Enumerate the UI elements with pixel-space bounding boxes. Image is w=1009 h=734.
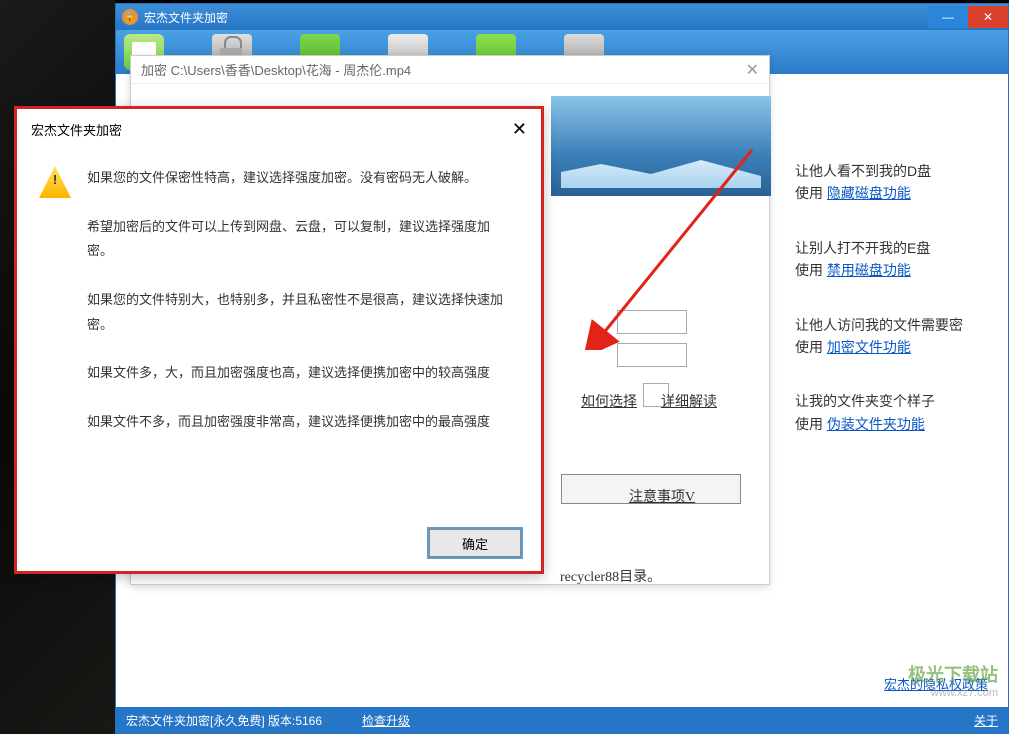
tip-item: 让他人访问我的文件需要密 使用 加密文件功能 <box>795 314 990 359</box>
tip-use-label: 使用 <box>795 185 827 201</box>
tip-link-encrypt-file[interactable]: 加密文件功能 <box>827 339 911 355</box>
tip-link-hide-disk[interactable]: 隐藏磁盘功能 <box>827 185 911 201</box>
app-icon: 🔒 <box>122 9 138 25</box>
info-modal: 宏杰文件夹加密 ✕ 如果您的文件保密性特高，建议选择强度加密。没有密码无人破解。… <box>14 106 544 574</box>
side-tips: 让他人看不到我的D盘 使用 隐藏磁盘功能 让别人打不开我的E盘 使用 禁用磁盘功… <box>795 160 990 467</box>
ok-button[interactable]: 确定 <box>429 529 521 557</box>
tip-use-label: 使用 <box>795 262 827 278</box>
tip-title: 让我的文件夹变个样子 <box>795 390 990 412</box>
how-to-choose-link[interactable]: 如何选择 <box>581 391 637 411</box>
info-p1: 如果您的文件保密性特高，建议选择强度加密。没有密码无人破解。 <box>87 166 515 191</box>
confirm-password-field[interactable] <box>617 343 687 367</box>
tip-link-disguise-folder[interactable]: 伪装文件夹功能 <box>827 416 925 432</box>
main-titlebar: 🔒 宏杰文件夹加密 — ✕ <box>116 4 1008 30</box>
app-title: 宏杰文件夹加密 <box>144 9 228 26</box>
info-p2: 希望加密后的文件可以上传到网盘、云盘，可以复制，建议选择强度加密。 <box>87 215 515 264</box>
info-p4: 如果文件多，大，而且加密强度也高，建议选择便携加密中的较高强度 <box>87 361 515 386</box>
detail-link[interactable]: 详细解读 <box>661 391 717 411</box>
about-link[interactable]: 关于 <box>974 712 998 729</box>
tip-title: 让他人看不到我的D盘 <box>795 160 990 182</box>
tip-use-label: 使用 <box>795 339 827 355</box>
info-p5: 如果文件不多，而且加密强度非常高，建议选择便携加密中的最高强度 <box>87 410 515 435</box>
tip-link-disable-disk[interactable]: 禁用磁盘功能 <box>827 262 911 278</box>
tip-title: 让他人访问我的文件需要密 <box>795 314 990 336</box>
watermark-logo-text: 极光下载站 <box>838 661 998 687</box>
check-update-link[interactable]: 检查升级 <box>362 712 410 729</box>
tip-use-label: 使用 <box>795 416 827 432</box>
recycler-text: recycler88目录。 <box>560 566 661 586</box>
status-bar: 宏杰文件夹加密[永久免费] 版本:5166 检查升级 关于 <box>116 707 1008 733</box>
encrypt-close-button[interactable]: ✕ <box>746 60 759 80</box>
info-modal-close-button[interactable]: ✕ <box>512 119 527 140</box>
banner-image <box>551 96 771 196</box>
password-field[interactable] <box>617 310 687 334</box>
tip-title: 让别人打不开我的E盘 <box>795 237 990 259</box>
encrypt-title-text: 加密 C:\Users\香香\Desktop\花海 - 周杰伦.mp4 <box>141 60 411 79</box>
window-controls: — ✕ <box>928 6 1008 28</box>
encrypt-dialog-title: 加密 C:\Users\香香\Desktop\花海 - 周杰伦.mp4 ✕ <box>131 56 769 84</box>
encrypt-links: 如何选择 详细解读 <box>581 391 717 411</box>
status-text: 宏杰文件夹加密[永久免费] 版本:5166 <box>126 712 322 729</box>
warning-icon <box>39 166 71 198</box>
tip-item: 让他人看不到我的D盘 使用 隐藏磁盘功能 <box>795 160 990 205</box>
tip-item: 让我的文件夹变个样子 使用 伪装文件夹功能 <box>795 390 990 435</box>
close-button[interactable]: ✕ <box>968 6 1008 28</box>
info-modal-titlebar: 宏杰文件夹加密 ✕ <box>31 119 527 140</box>
minimize-button[interactable]: — <box>928 6 968 28</box>
notice-link[interactable]: 注意事项V <box>629 490 695 505</box>
watermark-url: www.xz7.com <box>838 687 998 699</box>
watermark: 极光下载站 www.xz7.com <box>838 661 998 705</box>
info-modal-text: 如果您的文件保密性特高，建议选择强度加密。没有密码无人破解。 希望加密后的文件可… <box>87 166 527 459</box>
info-modal-title: 宏杰文件夹加密 <box>31 120 122 139</box>
info-p3: 如果您的文件特别大，也特别多，并且私密性不是很高，建议选择快速加密。 <box>87 288 515 337</box>
tip-item: 让别人打不开我的E盘 使用 禁用磁盘功能 <box>795 237 990 282</box>
